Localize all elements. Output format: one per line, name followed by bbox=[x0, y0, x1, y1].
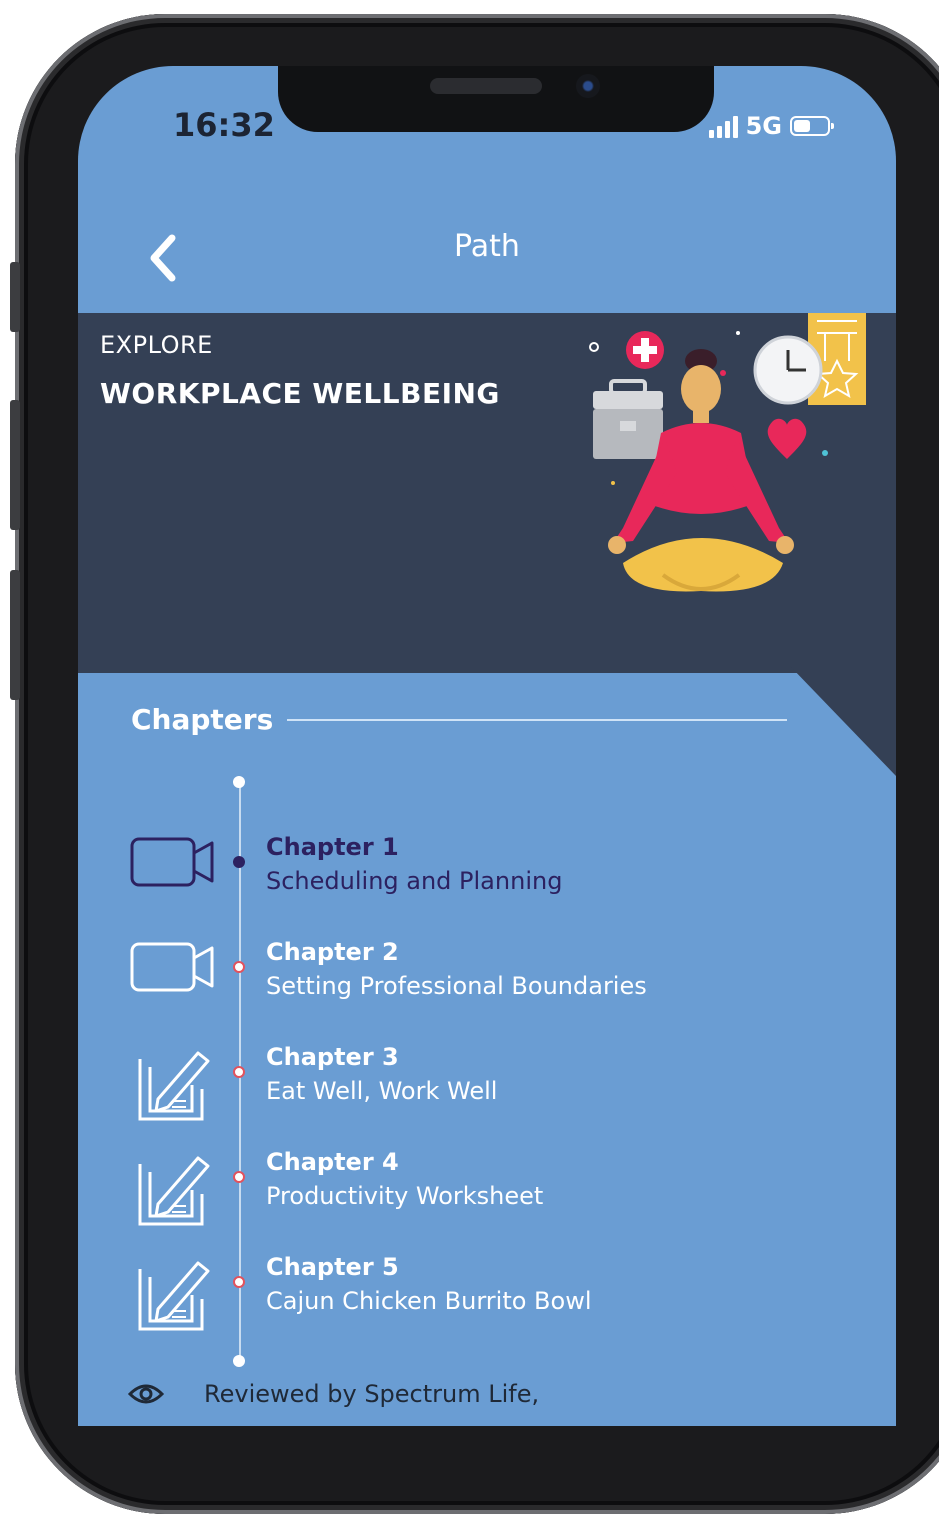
chapter-title: Chapter 5 bbox=[266, 1253, 399, 1281]
reviewed-text: Reviewed by Spectrum Life, bbox=[204, 1380, 540, 1408]
chapter-subtitle: Eat Well, Work Well bbox=[266, 1077, 498, 1105]
phone-volume-down bbox=[10, 570, 20, 700]
chapter-item-1[interactable]: Chapter 1 Scheduling and Planning bbox=[78, 831, 896, 931]
app-screen: 16:32 5G Path EXPLORE WORKPLACE WELLBEIN… bbox=[78, 66, 896, 1426]
chapter-subtitle: Cajun Chicken Burrito Bowl bbox=[266, 1287, 592, 1315]
chapter-item-3[interactable]: Chapter 3 Eat Well, Work Well bbox=[78, 1041, 896, 1141]
chapter-text: Chapter 1 Scheduling and Planning bbox=[266, 833, 562, 895]
progress-dot-current bbox=[233, 856, 245, 868]
video-icon bbox=[130, 942, 214, 992]
progress-dot-todo bbox=[233, 1171, 245, 1183]
heading-divider bbox=[287, 718, 788, 721]
chapter-title: Chapter 3 bbox=[266, 1043, 399, 1071]
chapter-subtitle: Setting Professional Boundaries bbox=[266, 972, 647, 1000]
status-time: 16:32 bbox=[173, 106, 275, 144]
chapter-title: Chapter 2 bbox=[266, 938, 399, 966]
chapter-item-5[interactable]: Chapter 5 Cajun Chicken Burrito Bowl bbox=[78, 1251, 896, 1351]
chapters-heading: Chapters bbox=[131, 703, 274, 736]
timeline-end-dot bbox=[233, 1355, 245, 1367]
chapter-subtitle: Productivity Worksheet bbox=[266, 1182, 544, 1210]
chapter-title: Chapter 1 bbox=[266, 833, 399, 861]
network-type: 5G bbox=[745, 112, 782, 140]
hero-title: WORKPLACE WELLBEING bbox=[100, 377, 500, 410]
hero-banner: EXPLORE WORKPLACE WELLBEING bbox=[78, 313, 896, 673]
chapter-item-4[interactable]: Chapter 4 Productivity Worksheet bbox=[78, 1146, 896, 1246]
notch bbox=[278, 66, 714, 132]
progress-dot-todo bbox=[233, 1066, 245, 1078]
front-camera bbox=[576, 74, 600, 98]
page-title: Path bbox=[454, 229, 520, 264]
speaker-grille bbox=[430, 78, 542, 94]
chapter-text: Chapter 2 Setting Professional Boundarie… bbox=[266, 938, 647, 1000]
chapter-text: Chapter 5 Cajun Chicken Burrito Bowl bbox=[266, 1253, 592, 1315]
chapter-text: Chapter 3 Eat Well, Work Well bbox=[266, 1043, 497, 1105]
chapters-header: Chapters bbox=[131, 703, 788, 736]
reviewed-by: Reviewed by Spectrum Life, bbox=[128, 1380, 539, 1408]
chapter-item-2[interactable]: Chapter 2 Setting Professional Boundarie… bbox=[78, 936, 896, 1036]
signal-icon bbox=[708, 114, 738, 138]
nav-bar: Path bbox=[78, 211, 896, 301]
progress-dot-todo bbox=[233, 1276, 245, 1288]
chapter-subtitle: Scheduling and Planning bbox=[266, 867, 563, 895]
chapter-text: Chapter 4 Productivity Worksheet bbox=[266, 1148, 543, 1210]
meditation-illustration bbox=[589, 313, 866, 592]
timeline-start-dot bbox=[233, 776, 245, 788]
eye-icon bbox=[128, 1384, 164, 1404]
status-indicators: 5G bbox=[708, 112, 834, 140]
phone-volume-up bbox=[10, 400, 20, 530]
video-icon bbox=[130, 837, 214, 887]
article-icon bbox=[138, 1156, 210, 1226]
article-icon bbox=[138, 1261, 210, 1331]
article-icon bbox=[138, 1051, 210, 1121]
battery-icon bbox=[790, 116, 834, 136]
hero-eyebrow: EXPLORE bbox=[100, 331, 213, 359]
phone-side-button bbox=[10, 262, 20, 332]
progress-dot-todo bbox=[233, 961, 245, 973]
chapter-title: Chapter 4 bbox=[266, 1148, 399, 1176]
